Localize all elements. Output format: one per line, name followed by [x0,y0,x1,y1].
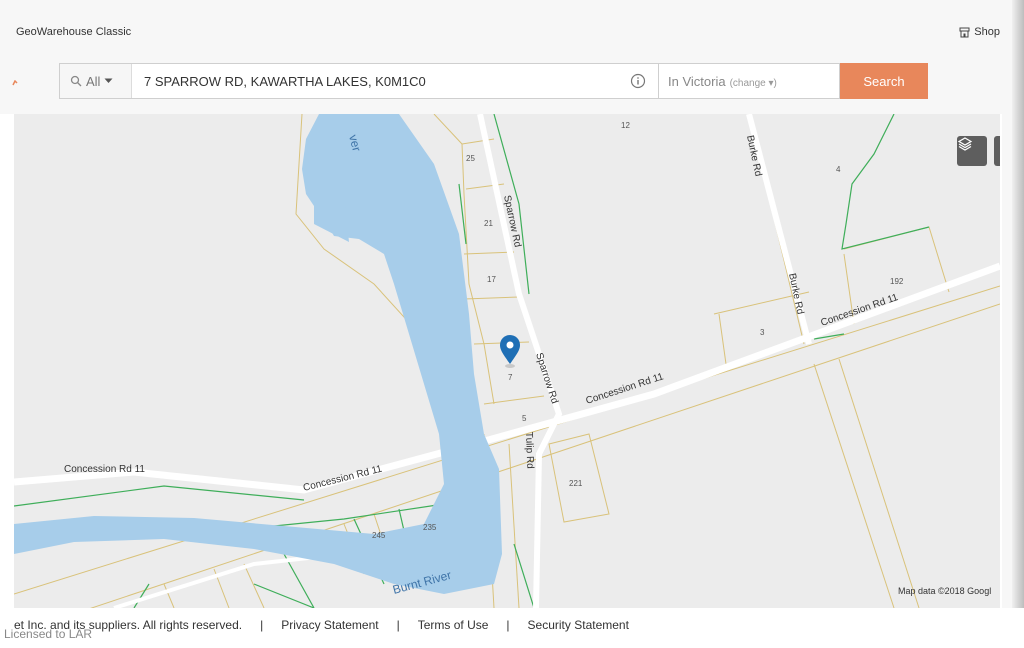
change-location-link[interactable]: (change ▾) [730,78,777,89]
river [14,114,502,594]
terms-link[interactable]: Terms of Use [418,618,489,632]
security-link[interactable]: Security Statement [528,618,629,632]
parcel-number: 221 [569,479,583,488]
parcel-number: 4 [836,165,841,174]
license-watermark: Licensed to LAR [4,627,93,641]
app-title[interactable]: GeoWarehouse Classic [16,26,131,38]
parcel-number: 5 [522,414,527,423]
map-control-button[interactable] [994,136,1000,166]
property-marker-icon[interactable] [500,335,520,368]
road-label-concession-west1: Concession Rd 11 [64,464,145,475]
location-selector[interactable]: In Victoria (change ▾) [659,63,840,99]
map-layer: ver Burnt River Sparrow Rd Sparrow Rd Bu… [14,114,1000,608]
search-icon [70,75,82,87]
parcel-number: 3 [760,328,765,337]
search-filter-dropdown[interactable]: All [60,64,132,98]
parcel-number: 25 [466,154,475,163]
shop-link[interactable]: Shop [959,26,1000,38]
search-filter-label: All [86,73,101,89]
parcel-number: 21 [484,219,493,228]
caret-down-icon [104,78,113,83]
road-label-tulip: Tulip Rd [523,432,535,469]
layers-toggle-button[interactable] [957,136,987,166]
parcel-number: 7 [508,373,513,382]
shop-label: Shop [974,26,1000,38]
footer: et Inc. and its suppliers. All rights re… [0,608,1024,648]
footer-separator: | [396,618,400,632]
scan-edge [1012,0,1024,648]
search-input[interactable]: 7 SPARROW RD, KAWARTHA LAKES, K0M1C0 [144,74,426,89]
brand-mark-icon [12,80,18,86]
parcel-number: 235 [423,523,437,532]
footer-separator: | [506,618,510,632]
parcel-number: 17 [487,275,496,284]
store-icon [959,27,970,37]
road-label-concession-west2: Concession Rd 11 [302,464,384,494]
parcel-number: 12 [621,121,630,130]
footer-separator: | [260,618,264,632]
search-bar: All 7 SPARROW RD, KAWARTHA LAKES, K0M1C0 [59,63,659,99]
map-canvas[interactable]: ver Burnt River Sparrow Rd Sparrow Rd Bu… [14,114,1000,608]
parcel-number: 192 [890,277,904,286]
location-text: In Victoria [668,74,726,89]
layers-icon [957,137,973,151]
top-bar: GeoWarehouse Classic Shop [0,0,1024,46]
privacy-link[interactable]: Privacy Statement [281,618,378,632]
search-button[interactable]: Search [840,63,928,99]
info-icon[interactable] [630,73,646,89]
parcel-number: 245 [372,531,386,540]
map-attribution: Map data ©2018 Googl [898,586,992,596]
